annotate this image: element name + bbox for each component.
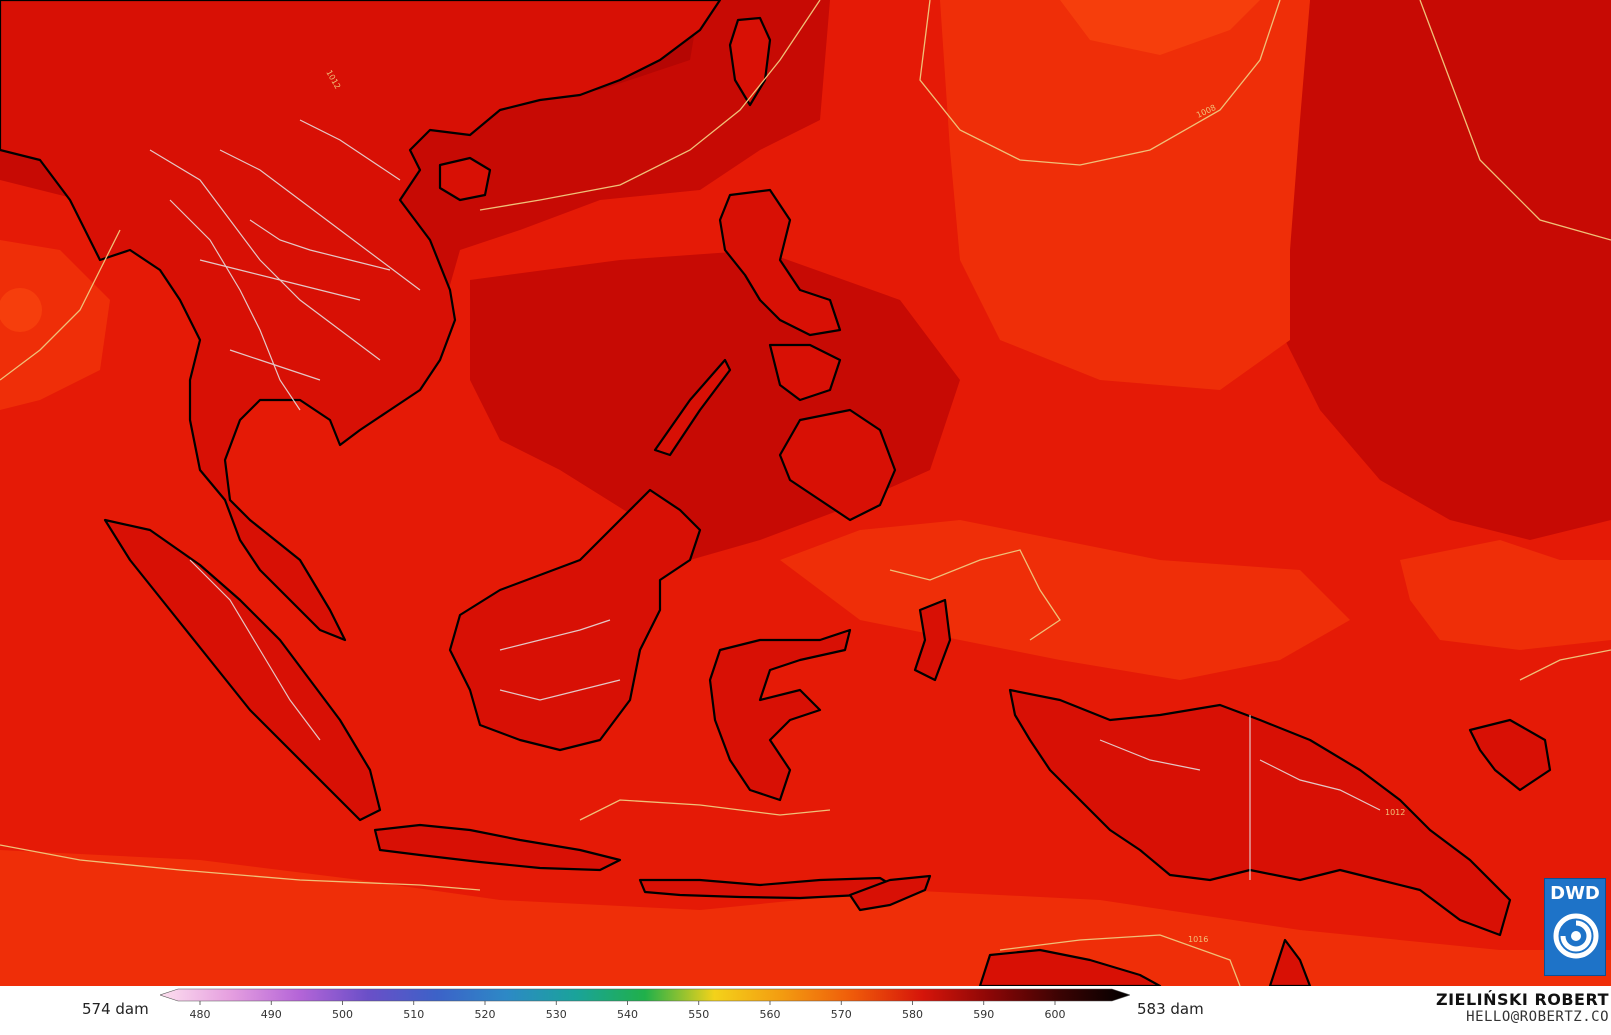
swirl-icon [1553,913,1599,959]
colorbar-tick-label: 550 [688,1008,709,1021]
colorbar-tick-label: 490 [261,1008,282,1021]
colorbar: 480 490 500 510 520 530 540 550 560 570 580 590 600 [160,988,1130,1021]
colorbar-tick-label: 510 [403,1008,424,1021]
colorbar-tick-label: 520 [475,1008,496,1021]
credit-email: HELLO@ROBERTZ.CO [1466,1009,1609,1025]
colorbar-tick-label: 600 [1045,1008,1066,1021]
colorbar-fill [160,988,1130,1002]
colorbar-tick-label: 530 [546,1008,567,1021]
isobar-label: 1012 [1385,808,1405,817]
credit-name: ZIELIŃSKI ROBERT [1435,990,1609,1009]
logo-text: DWD [1550,883,1600,904]
colorbar-tick-label: 540 [617,1008,638,1021]
colorbar-tick-label: 480 [190,1008,211,1021]
geopotential-map: 1008 1012 1012 1016 [0,0,1611,986]
dwd-logo: DWD [1544,878,1606,976]
colorbar-tick-label: 590 [973,1008,994,1021]
isobar-label: 1016 [1188,935,1208,944]
legend-footer: 574 dam 480 490 500 510 520 530 540 550 560 570 58… [0,986,1611,1035]
coast-hainan [438,156,492,202]
colorbar-tick-label: 500 [332,1008,353,1021]
colorbar-ticks: 480 490 500 510 520 530 540 550 560 570 580 590 600 [190,1001,1066,1021]
colorbar-tick-label: 570 [831,1008,852,1021]
colorbar-min-label: 574 dam [82,1000,149,1018]
colorbar-max-label: 583 dam [1137,1000,1204,1018]
field-light-spot-west [0,288,42,332]
colorbar-tick-label: 560 [760,1008,781,1021]
colorbar-tick-label: 580 [902,1008,923,1021]
